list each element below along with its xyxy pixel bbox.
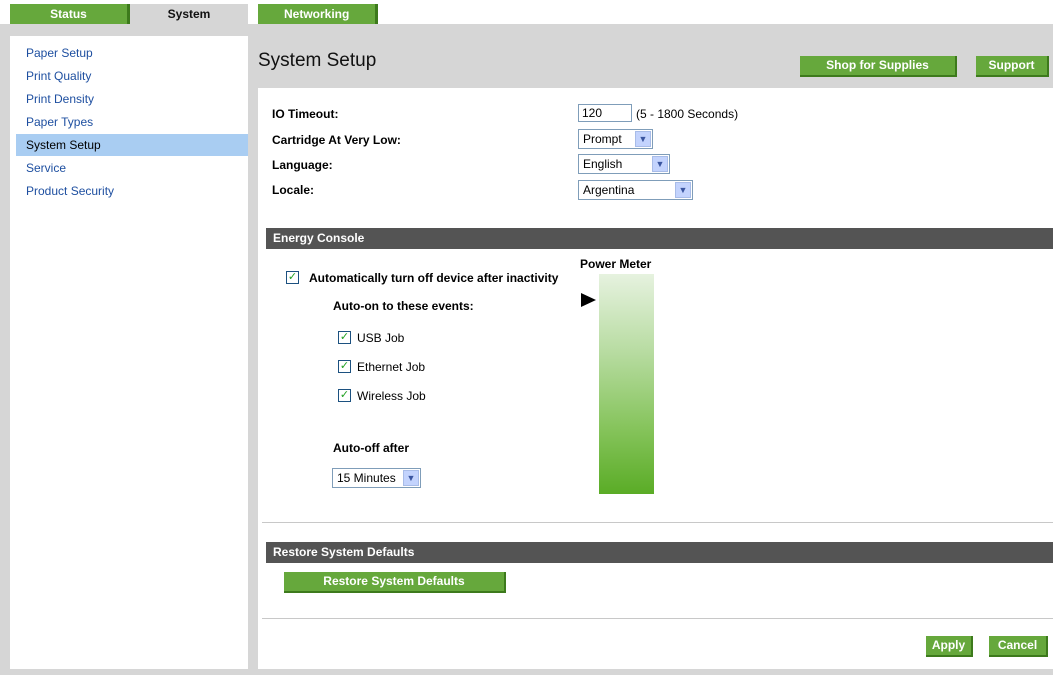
frame-divider (248, 24, 258, 675)
frame-left (0, 24, 10, 675)
apply-button[interactable]: Apply (926, 636, 973, 657)
sidebar-item-service[interactable]: Service (16, 157, 248, 179)
power-meter-bar (599, 274, 654, 494)
ethernet-job-label: Ethernet Job (357, 360, 426, 374)
language-select-value: English (583, 157, 623, 171)
tab-status[interactable]: Status (10, 4, 130, 24)
checkmark-icon: ✓ (287, 271, 298, 283)
cartridge-select-value: Prompt (583, 132, 622, 146)
sidebar-item-paper-setup[interactable]: Paper Setup (16, 42, 248, 64)
io-timeout-input[interactable]: 120 (578, 104, 632, 122)
io-timeout-hint: (5 - 1800 Seconds) (636, 107, 739, 121)
sidebar: Paper Setup Print Quality Print Density … (10, 36, 248, 669)
sidebar-item-system-setup[interactable]: System Setup (16, 134, 248, 156)
usb-job-label: USB Job (357, 331, 405, 345)
ethernet-job-checkbox[interactable]: ✓ (338, 360, 351, 373)
energy-console-header: Energy Console (266, 228, 1053, 249)
locale-select-value: Argentina (583, 183, 635, 197)
language-label: Language: (272, 158, 333, 172)
frame-bottom (0, 669, 1053, 675)
shop-for-supplies-button[interactable]: Shop for Supplies (800, 56, 957, 77)
cartridge-label: Cartridge At Very Low: (272, 133, 401, 147)
title-bar: System Setup Shop for Supplies Support (258, 36, 1053, 88)
tab-system[interactable]: System (130, 4, 248, 24)
page-title: System Setup (258, 50, 377, 71)
divider (262, 522, 1053, 523)
language-select[interactable]: English ▼ (578, 154, 670, 174)
sidebar-item-print-quality[interactable]: Print Quality (16, 65, 248, 87)
tab-networking[interactable]: Networking (258, 4, 378, 24)
divider (262, 618, 1053, 619)
locale-select[interactable]: Argentina ▼ (578, 180, 693, 200)
auto-off-after-value: 15 Minutes (337, 471, 396, 485)
checkmark-icon: ✓ (339, 360, 350, 372)
pointer-arrow-icon (581, 293, 596, 307)
sidebar-item-paper-types[interactable]: Paper Types (16, 111, 248, 133)
auto-on-label: Auto-on to these events: (333, 299, 474, 313)
wireless-job-checkbox[interactable]: ✓ (338, 389, 351, 402)
sidebar-item-product-security[interactable]: Product Security (16, 180, 248, 202)
auto-off-label: Automatically turn off device after inac… (309, 271, 559, 285)
chevron-down-icon: ▼ (403, 470, 419, 486)
top-tab-bar: Status System Networking (0, 0, 1053, 26)
io-timeout-label: IO Timeout: (272, 107, 339, 121)
locale-label: Locale: (272, 183, 315, 197)
auto-off-checkbox[interactable]: ✓ (286, 271, 299, 284)
cancel-button[interactable]: Cancel (989, 636, 1048, 657)
support-button[interactable]: Support (976, 56, 1049, 77)
power-meter-label: Power Meter (580, 257, 652, 271)
chevron-down-icon: ▼ (652, 156, 668, 172)
sidebar-item-print-density[interactable]: Print Density (16, 88, 248, 110)
auto-off-after-select[interactable]: 15 Minutes ▼ (332, 468, 421, 488)
restore-defaults-button[interactable]: Restore System Defaults (284, 572, 506, 593)
usb-job-checkbox[interactable]: ✓ (338, 331, 351, 344)
checkmark-icon: ✓ (339, 331, 350, 343)
main-panel: System Setup Shop for Supplies Support I… (258, 36, 1053, 669)
chevron-down-icon: ▼ (635, 131, 651, 147)
frame-top (0, 24, 1053, 36)
chevron-down-icon: ▼ (675, 182, 691, 198)
checkmark-icon: ✓ (339, 389, 350, 401)
restore-defaults-header: Restore System Defaults (266, 542, 1053, 563)
auto-off-after-label: Auto-off after (333, 441, 409, 455)
cartridge-select[interactable]: Prompt ▼ (578, 129, 653, 149)
wireless-job-label: Wireless Job (357, 389, 426, 403)
